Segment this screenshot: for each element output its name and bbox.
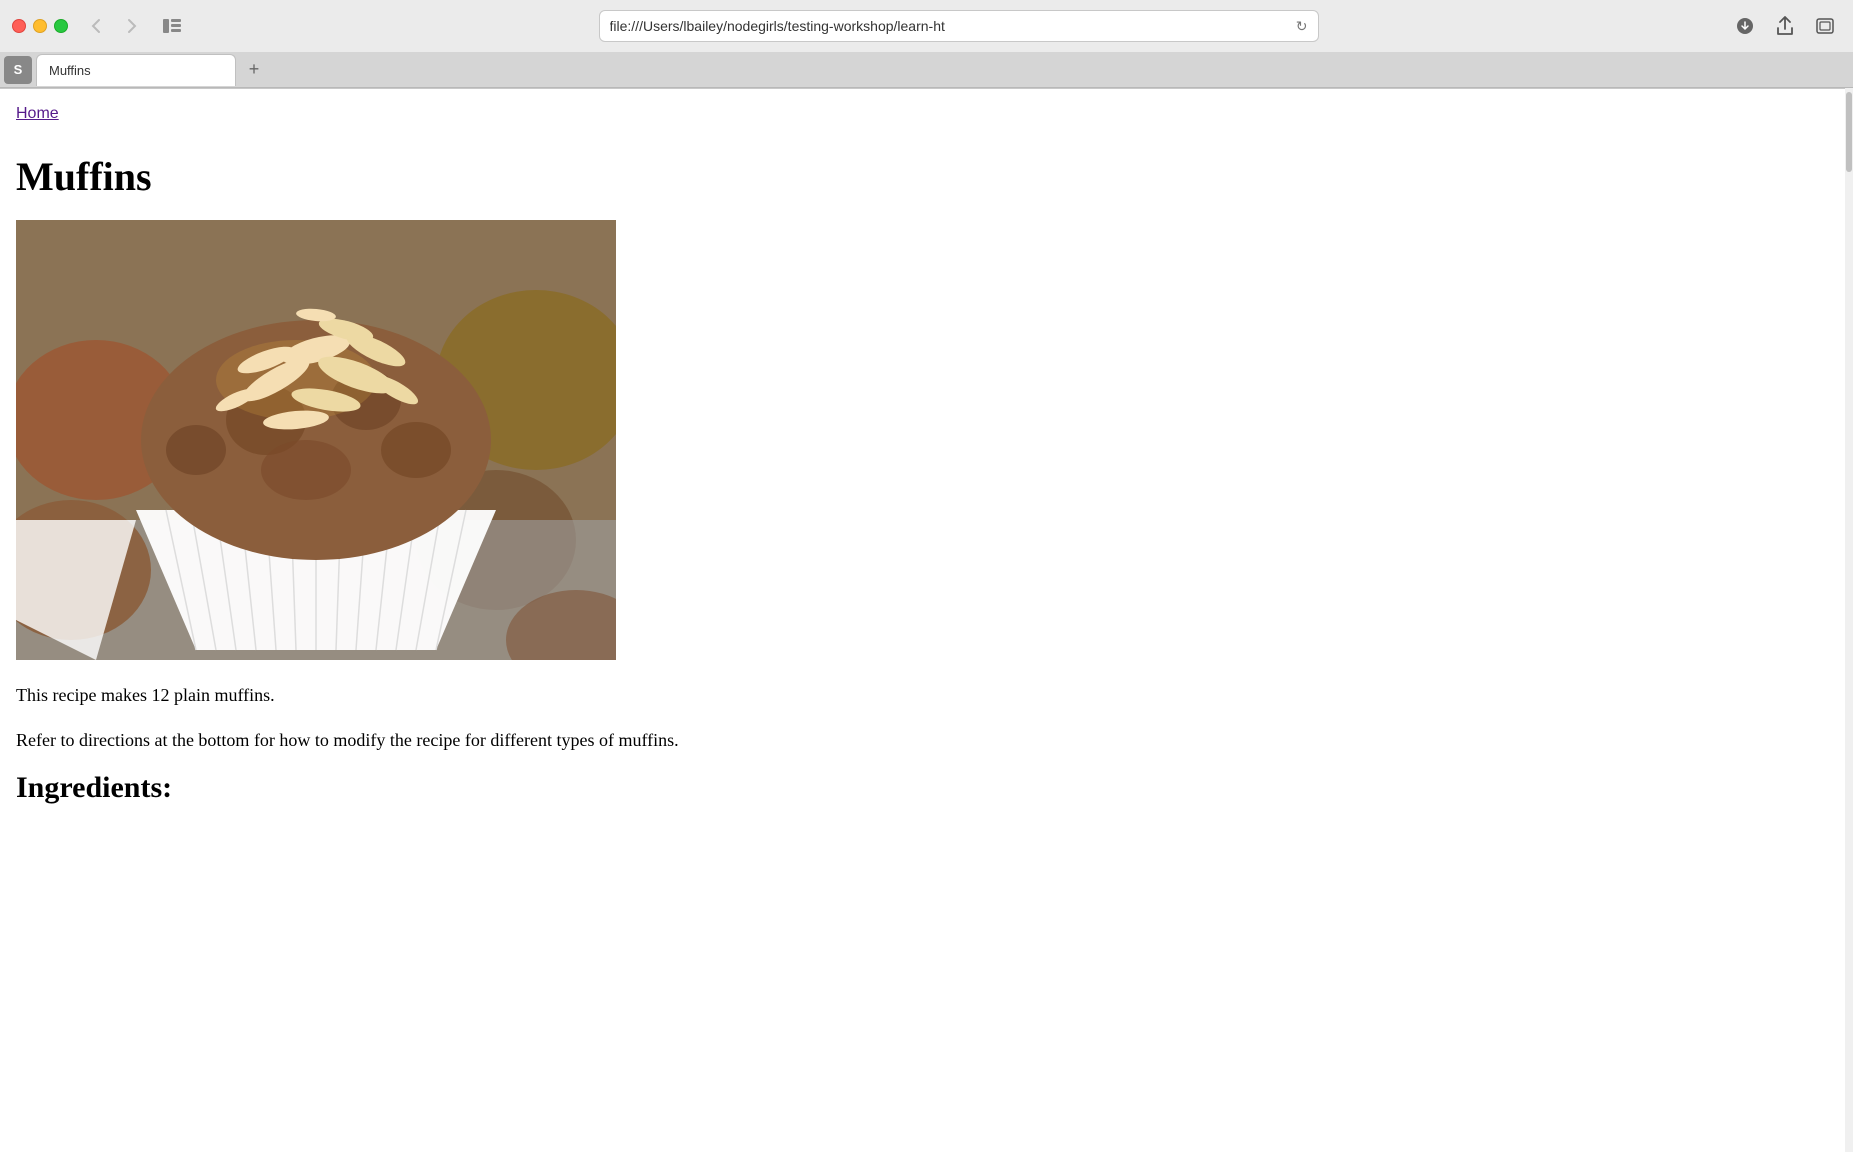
tab-bar: S Muffins +	[0, 52, 1853, 88]
tab-title: Muffins	[49, 63, 91, 78]
minimize-button[interactable]	[33, 19, 47, 33]
window-button[interactable]	[1809, 12, 1841, 40]
nav-buttons	[80, 12, 148, 40]
scrollbar-thumb[interactable]	[1846, 92, 1852, 172]
back-button[interactable]	[80, 12, 112, 40]
page-title: Muffins	[16, 153, 1837, 200]
new-tab-button[interactable]: +	[240, 56, 268, 84]
muffin-image-container	[16, 220, 1837, 665]
share-button[interactable]	[1769, 12, 1801, 40]
muffin-image	[16, 220, 616, 660]
browser-tab[interactable]: Muffins	[36, 54, 236, 86]
download-button[interactable]	[1729, 12, 1761, 40]
maximize-button[interactable]	[54, 19, 68, 33]
ingredients-heading: Ingredients:	[16, 771, 1837, 805]
scrollbar-track[interactable]	[1845, 88, 1853, 1152]
address-bar[interactable]: file:///Users/lbailey/nodegirls/testing-…	[599, 10, 1319, 42]
traffic-lights	[12, 19, 68, 33]
sidebar-toggle-button[interactable]	[156, 12, 188, 40]
tab-favicon: S	[4, 56, 32, 84]
address-bar-container: file:///Users/lbailey/nodegirls/testing-…	[196, 10, 1721, 42]
url-text: file:///Users/lbailey/nodegirls/testing-…	[610, 18, 1288, 34]
browser-chrome: file:///Users/lbailey/nodegirls/testing-…	[0, 0, 1853, 89]
home-link[interactable]: Home	[16, 105, 59, 123]
refresh-button[interactable]: ↻	[1296, 18, 1308, 35]
recipe-text-2: Refer to directions at the bottom for ho…	[16, 726, 1837, 755]
close-button[interactable]	[12, 19, 26, 33]
page-content: Home Muffins	[0, 89, 1853, 845]
forward-button[interactable]	[116, 12, 148, 40]
browser-titlebar: file:///Users/lbailey/nodegirls/testing-…	[0, 0, 1853, 52]
browser-actions	[1729, 12, 1841, 40]
recipe-text-1: This recipe makes 12 plain muffins.	[16, 681, 1837, 710]
